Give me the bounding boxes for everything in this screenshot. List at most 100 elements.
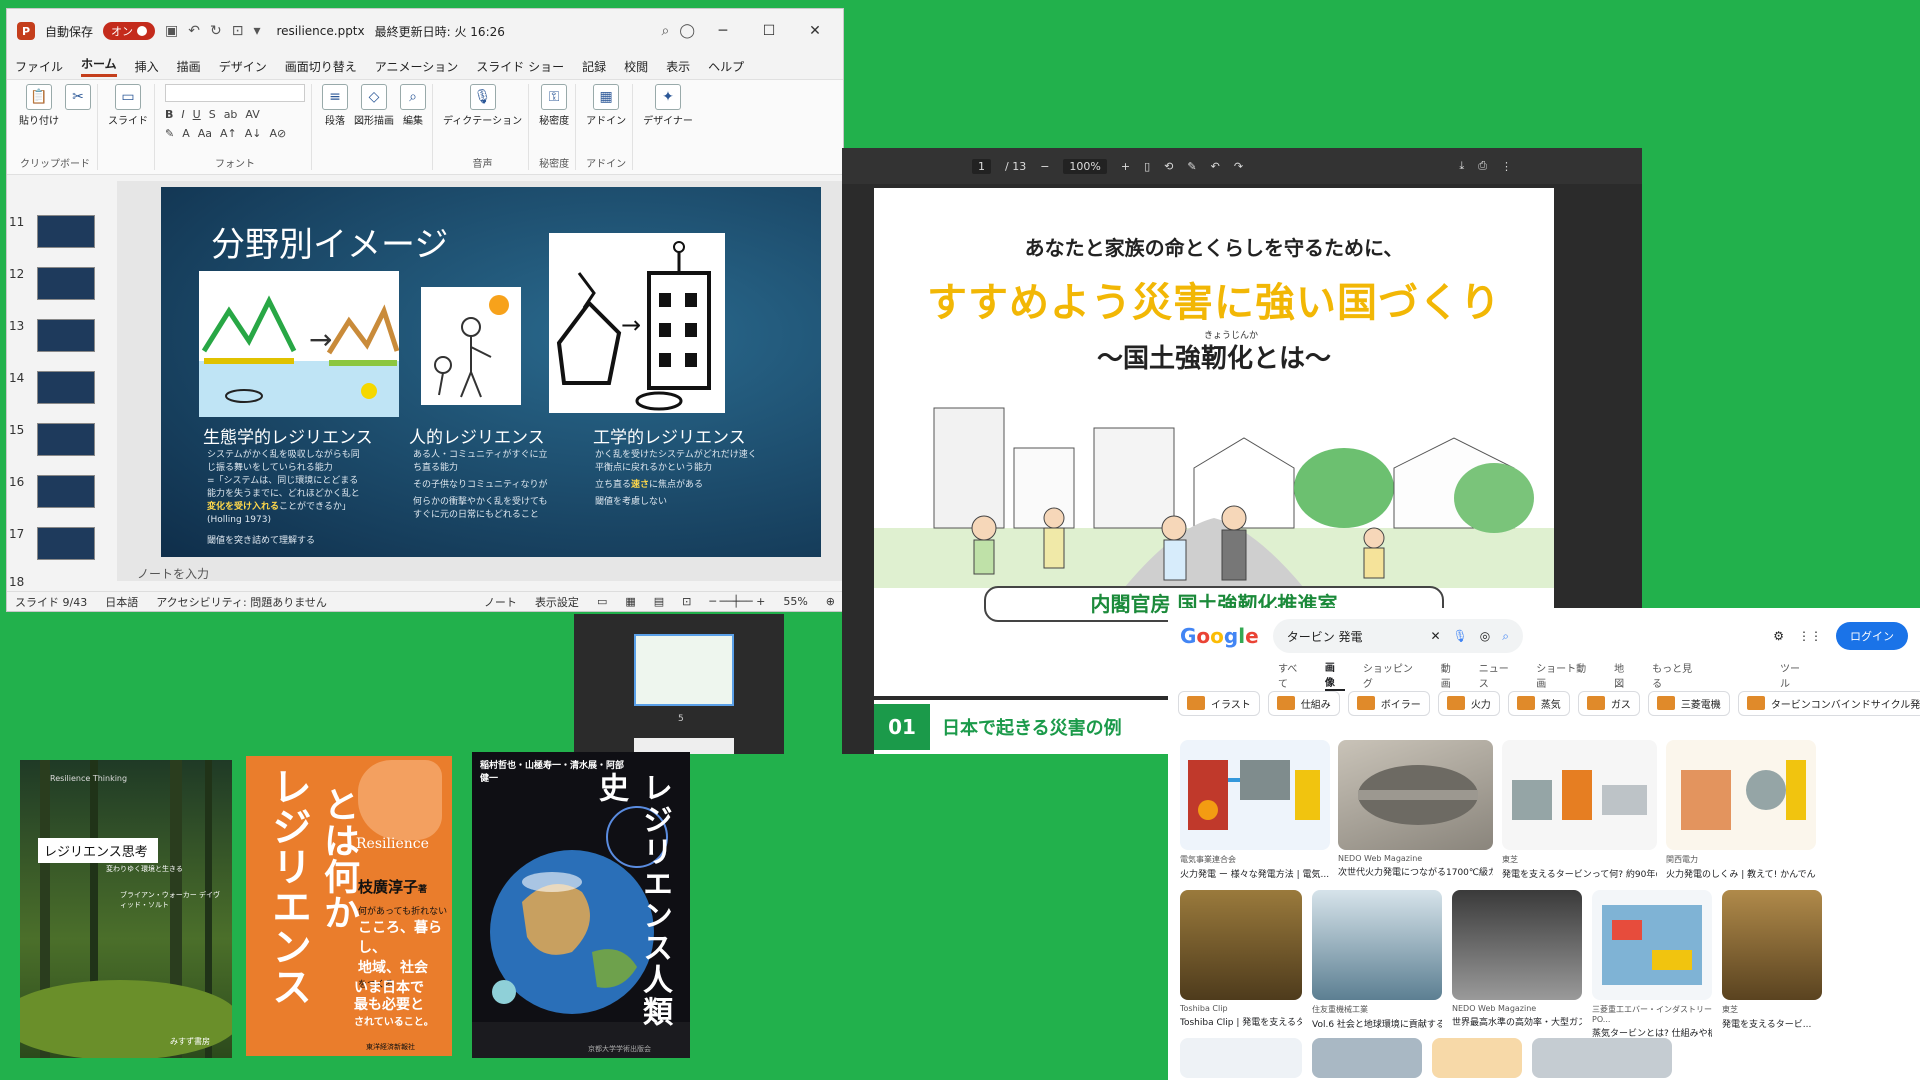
login-button[interactable]: ログイン: [1836, 622, 1909, 650]
chip-steam[interactable]: 蒸気: [1507, 690, 1570, 716]
italic-button[interactable]: I: [181, 108, 184, 121]
tab-design[interactable]: デザイン: [219, 58, 267, 75]
shrink-font-button[interactable]: A↓: [245, 127, 262, 140]
highlight-button[interactable]: ✎: [165, 127, 174, 140]
image-result[interactable]: 関西電力 火力発電のしくみ | 教えて! かんでん | 関...: [1666, 740, 1816, 880]
chip-mechanism[interactable]: 仕組み: [1267, 690, 1340, 716]
rotate-icon[interactable]: ⟲: [1164, 160, 1173, 173]
save-icon[interactable]: ▣: [165, 23, 178, 39]
edit-button[interactable]: ⌕ 編集: [400, 84, 426, 127]
page-number-input[interactable]: 1: [972, 158, 991, 174]
image-result[interactable]: 住友重機械工業 Vol.6 社会と地球環境に貢献する蒸気タ...: [1312, 890, 1442, 1030]
zoom-slider[interactable]: ─ ──┼── +: [709, 595, 765, 608]
tab-tools[interactable]: ツール: [1780, 660, 1810, 690]
minimize-button[interactable]: ─: [705, 23, 741, 39]
image-result[interactable]: [1180, 1038, 1302, 1078]
print-icon[interactable]: ⎙: [1478, 159, 1487, 173]
char-spacing-button[interactable]: AV: [245, 108, 259, 121]
underline-button[interactable]: U: [193, 108, 201, 121]
sorter-view-icon[interactable]: ▦: [625, 595, 635, 608]
chip-gas[interactable]: ガス: [1577, 690, 1640, 716]
present-icon[interactable]: ⊡: [232, 23, 244, 39]
normal-view-icon[interactable]: ▭: [597, 595, 607, 608]
cut-button[interactable]: ✂: [65, 84, 91, 110]
chip-combined-cycle[interactable]: タービンコンバインドサイクル発電: [1737, 690, 1920, 716]
grow-font-button[interactable]: A↑: [220, 127, 237, 140]
image-result[interactable]: 東芝 発電を支えるタービ...: [1722, 890, 1822, 1030]
image-result[interactable]: [1432, 1038, 1522, 1078]
tab-view[interactable]: 表示: [666, 58, 690, 75]
tab-images[interactable]: 画像: [1324, 659, 1345, 691]
tab-help[interactable]: ヘルプ: [708, 58, 744, 75]
google-logo[interactable]: Google: [1180, 624, 1259, 648]
zoom-input[interactable]: 100%: [1063, 158, 1107, 174]
zoom-in-icon[interactable]: +: [1121, 160, 1130, 173]
accessibility-status[interactable]: アクセシビリティ: 問題ありません: [156, 594, 327, 610]
slide-thumbnail[interactable]: [37, 319, 95, 352]
chip-boiler[interactable]: ボイラー: [1347, 690, 1430, 716]
tab-review[interactable]: 校閲: [624, 58, 648, 75]
search-icon[interactable]: ⌕: [661, 23, 669, 39]
tab-insert[interactable]: 挿入: [135, 58, 159, 75]
tab-shopping[interactable]: ショッピング: [1363, 660, 1423, 690]
maximize-button[interactable]: ☐: [751, 23, 787, 39]
tab-transitions[interactable]: 画面切り替え: [285, 58, 357, 75]
clear-format-button[interactable]: A⊘: [270, 127, 287, 140]
tab-home[interactable]: ホーム: [81, 55, 117, 77]
bold-button[interactable]: B: [165, 108, 173, 121]
shadow-button[interactable]: S: [209, 108, 216, 121]
more-options-icon[interactable]: ⋮: [1501, 160, 1512, 173]
image-result[interactable]: NEDO Web Magazine 世界最高水準の高効率・大型ガスター...: [1452, 890, 1582, 1028]
tab-more[interactable]: もっと見る: [1652, 660, 1702, 690]
page-thumbnail[interactable]: [634, 634, 734, 706]
close-button[interactable]: ✕: [797, 23, 833, 39]
slide-thumbnail[interactable]: [37, 267, 95, 300]
chip-illustration[interactable]: イラスト: [1178, 690, 1260, 716]
image-result[interactable]: 東芝 発電を支えるタービンって何? 約90年の歴史が...: [1502, 740, 1657, 880]
tab-draw[interactable]: 描画: [177, 58, 201, 75]
slide-thumbnail[interactable]: [37, 475, 95, 508]
apps-icon[interactable]: ⋮⋮: [1798, 629, 1822, 643]
paragraph-button[interactable]: ≡ 段落: [322, 84, 348, 127]
slide-thumbnail[interactable]: [37, 215, 95, 248]
font-color-button[interactable]: A: [182, 127, 190, 140]
strikethrough-button[interactable]: ab: [224, 108, 238, 121]
annotate-icon[interactable]: ✎: [1187, 160, 1196, 173]
addin-button[interactable]: ▦ アドイン: [586, 84, 626, 127]
search-query[interactable]: タービン 発電: [1287, 628, 1419, 645]
current-slide[interactable]: 分野別イメージ → → 生態学的レジリエンス システムがかく乱を吸収しながらも同…: [161, 187, 821, 557]
tab-slideshow[interactable]: スライド ショー: [476, 58, 564, 75]
dictate-button[interactable]: 🎙 ディクテーション: [443, 84, 522, 127]
clear-icon[interactable]: ✕: [1430, 629, 1440, 643]
tab-news[interactable]: ニュース: [1479, 660, 1518, 690]
last-modified[interactable]: 最終更新日時: 火 16:26: [375, 23, 505, 40]
tab-file[interactable]: ファイル: [15, 58, 63, 75]
designer-button[interactable]: ✦ デザイナー: [643, 84, 693, 127]
change-case-button[interactable]: Aa: [198, 127, 212, 140]
redo-icon[interactable]: ↻: [210, 23, 222, 39]
notes-button[interactable]: ノート: [484, 594, 517, 610]
paste-button[interactable]: 📋 貼り付け: [19, 84, 59, 127]
tab-maps[interactable]: 地図: [1614, 660, 1634, 690]
download-icon[interactable]: ⤓: [1459, 159, 1464, 173]
slide-thumbnail[interactable]: [37, 423, 95, 456]
slide-thumbnail[interactable]: [37, 371, 95, 404]
display-settings-button[interactable]: 表示設定: [535, 594, 579, 610]
font-family-select[interactable]: [165, 84, 305, 102]
tab-animations[interactable]: アニメーション: [375, 58, 459, 75]
reading-view-icon[interactable]: ▤: [654, 595, 664, 608]
image-result[interactable]: [1532, 1038, 1672, 1078]
tab-record[interactable]: 記録: [582, 58, 606, 75]
search-box[interactable]: タービン 発電 ✕ 🎙 ◎ ⌕: [1272, 619, 1523, 653]
zoom-out-icon[interactable]: −: [1040, 160, 1049, 173]
new-slide-button[interactable]: ▭ スライド: [108, 84, 148, 127]
autosave-toggle[interactable]: オン: [103, 22, 156, 40]
notes-pane[interactable]: ノートを入力: [137, 565, 209, 582]
qat-customize-icon[interactable]: ▾: [253, 23, 260, 39]
chip-thermal[interactable]: 火力: [1437, 690, 1500, 716]
search-icon[interactable]: ⌕: [1502, 629, 1509, 644]
redo-icon[interactable]: ↷: [1234, 160, 1243, 173]
tab-all[interactable]: すべて: [1278, 660, 1307, 690]
microphone-icon[interactable]: 🎙: [1453, 629, 1468, 643]
image-result[interactable]: 三菱重工エバー・インダストリー PO... 蒸気タービンとは? 仕組みや構造..…: [1592, 890, 1712, 1039]
